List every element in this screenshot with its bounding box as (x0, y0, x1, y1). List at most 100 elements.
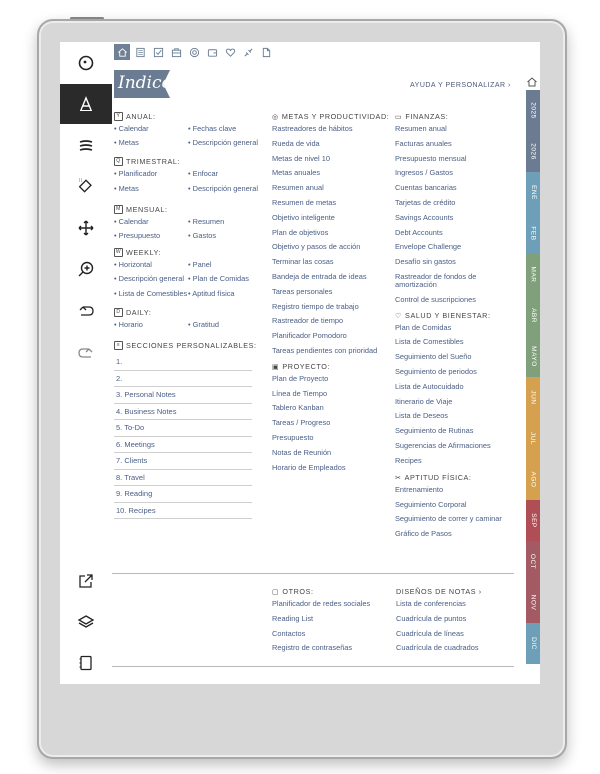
notes-icon[interactable] (132, 44, 148, 60)
custom-section-item[interactable]: 3. Personal Notes (114, 387, 252, 404)
menu-icon[interactable] (60, 126, 112, 166)
custom-section-item[interactable]: 2. (114, 371, 252, 388)
move-icon[interactable] (60, 208, 112, 248)
index-link[interactable]: Tareas / Progreso (272, 419, 394, 427)
index-link[interactable]: • Gratitud (188, 320, 268, 328)
section-disenos-header[interactable]: DISEÑOS DE NOTAS › (396, 587, 514, 596)
heart-icon[interactable] (222, 44, 238, 60)
index-link[interactable]: Plan de Proyecto (272, 374, 394, 383)
index-link[interactable]: Rueda de vida (272, 139, 394, 148)
index-link[interactable]: • Descripción general (188, 184, 268, 192)
index-link[interactable]: Lista de Autocuidado (395, 382, 513, 391)
tab-oct[interactable]: OCT (526, 541, 540, 582)
custom-section-item[interactable]: 4. Business Notes (114, 404, 252, 421)
custom-section-item[interactable]: 9. Reading (114, 486, 252, 503)
tab-dic[interactable]: DIC (526, 623, 540, 664)
index-link[interactable]: Objetivo inteligente (272, 213, 394, 222)
document-icon[interactable] (258, 44, 274, 60)
zoom-icon[interactable] (60, 249, 112, 289)
index-link[interactable]: Itinerario de Viaje (395, 397, 513, 406)
index-link[interactable]: Metas de nivel 10 (272, 154, 394, 163)
tab-jun[interactable]: JUN (526, 377, 540, 418)
undo-icon[interactable] (60, 290, 112, 330)
index-link[interactable]: Planificador de redes sociales (272, 600, 394, 608)
index-link[interactable]: Contactos (272, 629, 394, 638)
eraser-icon[interactable] (60, 166, 112, 206)
index-link[interactable]: Control de suscripciones (395, 295, 513, 304)
index-link[interactable]: • Horario (114, 320, 188, 328)
briefcase-icon[interactable] (168, 44, 184, 60)
index-link[interactable]: • Planificador (114, 170, 188, 178)
index-link[interactable]: • Lista de Comestibles (114, 289, 188, 297)
index-link[interactable]: Objetivo y pasos de acción (272, 243, 394, 251)
custom-section-item[interactable]: 7. Clients (114, 453, 252, 470)
index-link[interactable]: Desafío sin gastos (395, 258, 513, 266)
index-link[interactable]: Savings Accounts (395, 213, 513, 222)
index-link[interactable]: • Plan de Comidas (188, 275, 268, 283)
custom-section-item[interactable]: 8. Travel (114, 470, 252, 487)
index-link[interactable]: • Presupuesto (114, 232, 188, 240)
tab-2025[interactable]: 2025 (526, 90, 540, 131)
index-link[interactable]: Tareas personales (272, 287, 394, 296)
index-link[interactable]: Seguimiento de periodos (395, 367, 513, 376)
index-link[interactable]: Presupuesto (272, 433, 394, 442)
custom-section-item[interactable]: 10. Recipes (114, 503, 252, 520)
index-link[interactable]: • Panel (188, 261, 268, 269)
index-link[interactable]: Resumen anual (272, 184, 394, 192)
index-link[interactable]: Resumen anual (395, 125, 513, 133)
tab-feb[interactable]: FEB (526, 213, 540, 254)
index-link[interactable]: Registro de contraseñas (272, 644, 394, 652)
redo-icon[interactable] (60, 332, 112, 372)
index-link[interactable]: Ingresos / Gastos (395, 169, 513, 177)
index-link[interactable]: Seguimiento del Sueño (395, 353, 513, 361)
index-link[interactable]: Presupuesto mensual (395, 154, 513, 163)
index-link[interactable]: Tablero Kanban (272, 404, 394, 412)
index-link[interactable]: Rastreador de fondos de amortización (395, 272, 513, 289)
custom-section-item[interactable]: 5. To-Do (114, 420, 252, 437)
tab-mar[interactable]: MAR (526, 254, 540, 295)
index-link[interactable]: • Metas (114, 139, 188, 147)
index-link[interactable]: • Gastos (188, 232, 268, 240)
index-link[interactable]: Gráfico de Pasos (395, 530, 513, 538)
index-link[interactable]: Lista de conferencias (396, 600, 514, 608)
pen-status-icon[interactable] (60, 43, 112, 83)
index-link[interactable]: Línea de Tiempo (272, 389, 394, 398)
index-link[interactable]: Lista de Comestibles (395, 338, 513, 346)
index-link[interactable]: Cuentas bancarias (395, 184, 513, 192)
index-link[interactable]: Facturas anuales (395, 139, 513, 148)
tab-2026[interactable]: 2026 (526, 131, 540, 172)
index-link[interactable]: • Aptitud física (188, 289, 268, 297)
index-link[interactable]: Resumen de metas (272, 198, 394, 207)
help-link[interactable]: AYUDA Y PERSONALIZAR › (410, 82, 511, 89)
index-link[interactable]: Bandeja de entrada de ideas (272, 272, 394, 281)
index-link[interactable]: Cuadrícula de puntos (396, 614, 514, 623)
index-link[interactable]: • Calendar (114, 217, 188, 225)
index-link[interactable]: • Descripción general (188, 139, 268, 147)
index-link[interactable]: Debt Accounts (395, 228, 513, 237)
tab-ene[interactable]: ENE (526, 172, 540, 213)
home-tab-icon[interactable] (526, 75, 538, 87)
tab-nov[interactable]: NOV (526, 582, 540, 623)
pages-icon[interactable] (60, 643, 112, 683)
index-link[interactable]: Tarjetas de crédito (395, 198, 513, 207)
text-tool-icon[interactable] (60, 84, 112, 124)
index-link[interactable]: • Descripción general (114, 275, 188, 283)
index-link[interactable]: Cuadrícula de líneas (396, 629, 514, 638)
tab-abr[interactable]: ABR (526, 295, 540, 336)
index-link[interactable]: Envelope Challenge (395, 243, 513, 251)
index-link[interactable]: Plan de objetivos (272, 228, 394, 237)
index-link[interactable]: Tareas pendientes con prioridad (272, 346, 394, 355)
index-link[interactable]: Plan de Comidas (395, 323, 513, 332)
index-link[interactable]: Terminar las cosas (272, 258, 394, 266)
index-link[interactable]: Seguimiento Corporal (395, 500, 513, 509)
tab-sep[interactable]: SEP (526, 500, 540, 541)
tab-jul[interactable]: JUL (526, 418, 540, 459)
index-link[interactable]: • Metas (114, 184, 188, 192)
share-icon[interactable] (60, 561, 112, 601)
home-icon[interactable] (114, 44, 130, 60)
index-link[interactable]: Lista de Deseos (395, 412, 513, 420)
index-link[interactable]: • Resumen (188, 217, 268, 225)
goals-icon[interactable] (186, 44, 202, 60)
index-link[interactable]: • Calendar (114, 125, 188, 133)
index-link[interactable]: Rastreador de tiempo (272, 317, 394, 325)
